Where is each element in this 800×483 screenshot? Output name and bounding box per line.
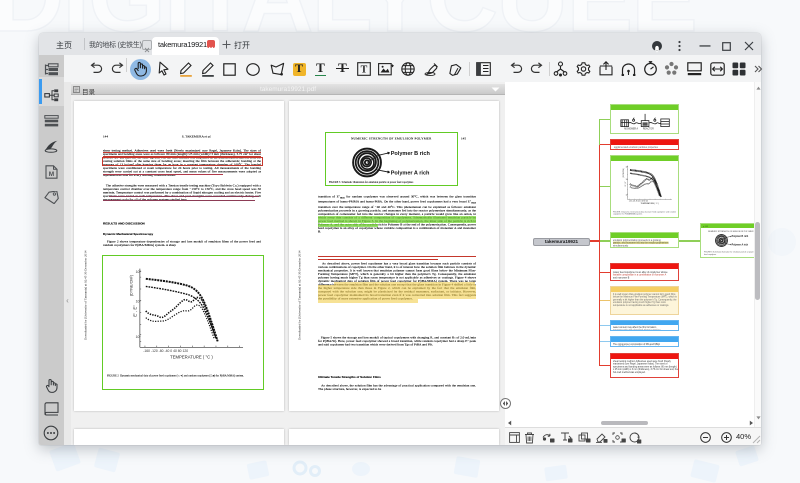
svg-text:M: M	[49, 171, 54, 178]
svg-text:T: T	[361, 64, 368, 75]
